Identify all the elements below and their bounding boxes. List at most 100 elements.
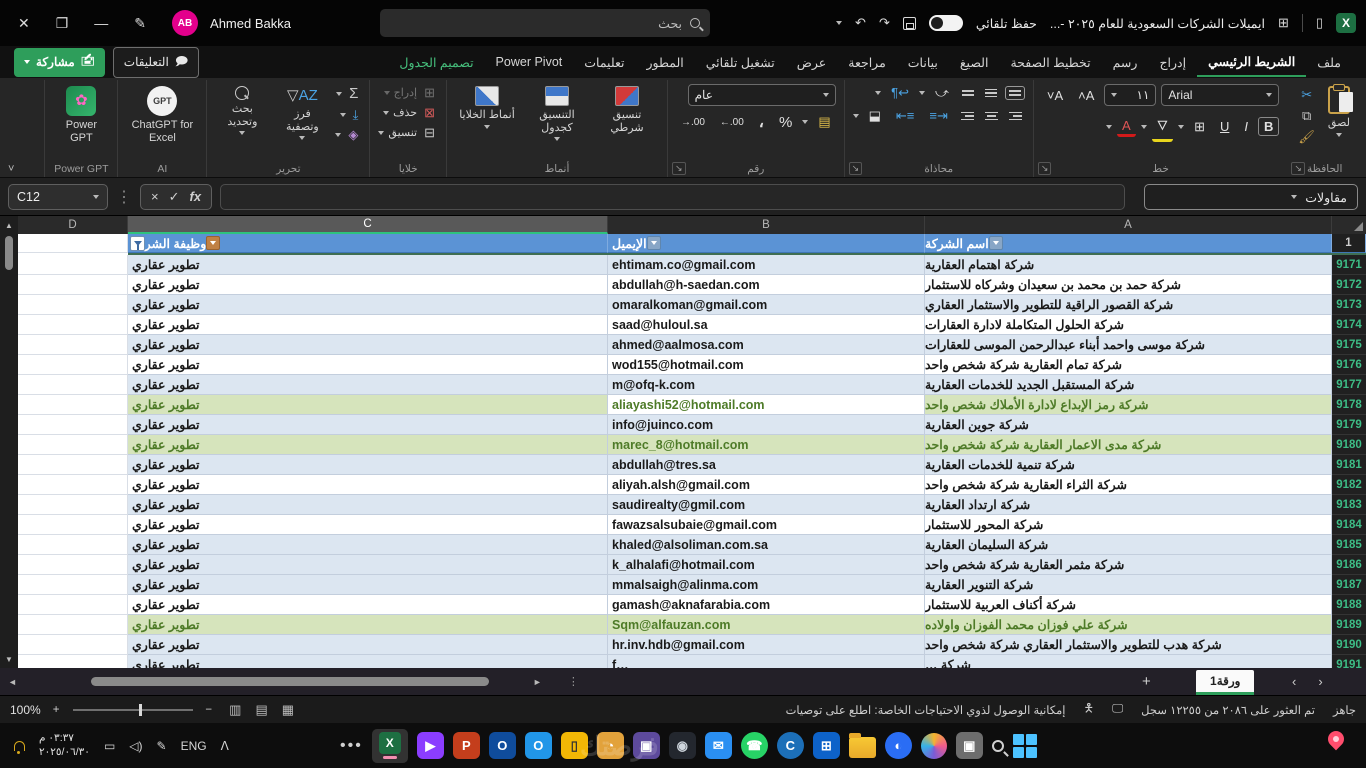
column-header-d[interactable]: D — [18, 216, 128, 234]
row-number[interactable]: 9174 — [1332, 315, 1366, 335]
table-row[interactable]: تطوير عقاري aliayashi52@hotmail.com شركة ر… — [18, 395, 1366, 415]
cell-company-name[interactable]: شركة تنمية للخدمات العقارية — [925, 455, 1332, 475]
chatgpt-for-excel-button[interactable]: GPT ChatGPT for Excel — [126, 84, 198, 146]
font-dialog-launcher[interactable]: ↘ — [1037, 162, 1052, 175]
cell-email[interactable]: k_alhalafi@hotmail.com — [608, 555, 925, 575]
range-dropdown[interactable]: مقاولات — [1144, 184, 1358, 210]
restore-icon[interactable]: ❐ — [56, 15, 69, 32]
ribbon-tab-12[interactable]: Power Pivot — [485, 49, 574, 75]
ribbon-tab-13[interactable]: تصميم الجدول — [388, 49, 484, 76]
table-row[interactable]: تطوير عقاري ehtimam.co@gmail.com شركة اهتم… — [18, 255, 1366, 275]
cell-email[interactable]: Sqm@alfauzan.com — [608, 615, 925, 635]
align-right-button[interactable] — [1006, 109, 1025, 124]
row-number[interactable]: 9189 — [1332, 615, 1366, 635]
ribbon-tab-6[interactable]: بيانات — [897, 49, 949, 76]
ribbon-tab-0[interactable]: ملف — [1306, 49, 1352, 76]
cell-job[interactable]: تطوير عقاري — [128, 335, 608, 355]
cell-empty-d[interactable] — [18, 475, 128, 495]
cell-empty-d[interactable] — [18, 315, 128, 335]
ribbon-tab-4[interactable]: تخطيط الصفحة — [999, 49, 1101, 76]
cell-job[interactable]: تطوير عقاري — [128, 395, 608, 415]
vertical-scroll-thumb[interactable] — [5, 236, 13, 270]
save-button[interactable] — [902, 16, 916, 30]
page-break-view-icon[interactable]: ▥ — [222, 702, 248, 718]
cell-email[interactable]: gamash@aknafarabia.com — [608, 595, 925, 615]
table-row[interactable]: تطوير عقاري m@ofq-k.com شركة المستقبل الجد… — [18, 375, 1366, 395]
font-size-select[interactable]: ١١ — [1104, 84, 1157, 106]
cell-empty-d[interactable] — [18, 455, 128, 475]
cell-email[interactable]: m@ofq-k.com — [608, 375, 925, 395]
percent-style-button[interactable]: % — [774, 113, 797, 132]
cell-job[interactable]: تطوير عقاري — [128, 315, 608, 335]
cell-company-name[interactable]: شركة اهتمام العقارية — [925, 255, 1332, 275]
clock-app-icon[interactable]: ◔ — [596, 732, 624, 759]
tray-expand-icon[interactable]: ᐱ — [221, 739, 229, 753]
format-painter-icon[interactable]: 🖌 — [1295, 128, 1318, 145]
cell-job[interactable]: تطوير عقاري — [128, 555, 608, 575]
number-dialog-launcher[interactable]: ↘ — [671, 162, 686, 175]
clear-button[interactable]: ◈ — [335, 126, 361, 143]
row-number[interactable]: 9173 — [1332, 295, 1366, 315]
cell-job[interactable]: تطوير عقاري — [128, 295, 608, 315]
filter-active-icon[interactable] — [130, 235, 145, 251]
column-header-b[interactable]: B — [608, 216, 925, 234]
cell-company-name[interactable]: شركة مثمر العقارية شركة شخص واحد — [925, 555, 1332, 575]
row-number[interactable]: 9180 — [1332, 435, 1366, 455]
delete-cells-button[interactable]: ⊠ حذف — [378, 104, 438, 121]
row-number[interactable]: 9172 — [1332, 275, 1366, 295]
cell-email[interactable]: marec_8@hotmail.com — [608, 435, 925, 455]
underline-button[interactable]: U — [1215, 118, 1234, 135]
cell-email[interactable]: wod155@hotmail.com — [608, 355, 925, 375]
insert-cells-button[interactable]: ⊞ إدراج — [378, 84, 438, 101]
row-number[interactable]: 1 — [1332, 234, 1366, 253]
search-input[interactable]: بحث — [380, 9, 710, 37]
cell-empty-d[interactable] — [18, 555, 128, 575]
table-row[interactable]: تطوير عقاري aliyah.alsh@gmail.com شركة الث… — [18, 475, 1366, 495]
scroll-up-icon[interactable]: ▲ — [5, 216, 13, 234]
cell-email[interactable]: saudirealty@gmil.com — [608, 495, 925, 515]
cell-email[interactable]: abdullah@h-saedan.com — [608, 275, 925, 295]
cell-email[interactable]: aliayashi52@hotmail.com — [608, 395, 925, 415]
align-left-button[interactable] — [958, 109, 977, 124]
cell-company-name[interactable]: شركة موسى واحمد أبناء عبدالرحمن الموسى ل… — [925, 335, 1332, 355]
table-row[interactable]: تطوير عقاري abdullah@tres.sa شركة تنمية لل… — [18, 455, 1366, 475]
cell-email[interactable]: mmalsaigh@alinma.com — [608, 575, 925, 595]
cell-company-name[interactable]: شركة … — [925, 655, 1332, 668]
horizontal-scrollbar[interactable] — [25, 676, 525, 687]
github-desktop-icon[interactable]: ◉ — [668, 732, 696, 759]
phone-link-icon[interactable]: ▯ — [560, 732, 588, 759]
cell-job[interactable]: تطوير عقاري — [128, 595, 608, 615]
close-icon[interactable]: ✕ — [18, 15, 30, 32]
pin-icon[interactable] — [1324, 727, 1348, 751]
zoom-slider[interactable] — [73, 703, 194, 716]
document-title[interactable]: ايميلات الشركات السعودية للعام ٢٠٢٥ -... — [1050, 16, 1265, 31]
vpn-app-icon[interactable]: ▣ — [632, 732, 660, 759]
table-row[interactable]: تطوير عقاري wod155@hotmail.com شركة تمام ا… — [18, 355, 1366, 375]
font-name-select[interactable]: Arial — [1161, 84, 1280, 106]
insert-function-icon[interactable]: fx — [190, 189, 202, 204]
row-number[interactable]: 9185 — [1332, 535, 1366, 555]
fill-button[interactable]: ⤓ — [335, 106, 361, 123]
formula-input[interactable] — [220, 183, 1126, 210]
row-number[interactable]: 9176 — [1332, 355, 1366, 375]
display-settings-icon[interactable]: 🖵 — [1112, 703, 1123, 716]
align-middle-button[interactable] — [1004, 86, 1025, 100]
table-row[interactable]: تطوير عقاري k_alhalafi@hotmail.com شركة مث… — [18, 555, 1366, 575]
cell-job[interactable]: تطوير عقاري — [128, 475, 608, 495]
accessibility-status[interactable]: إمكانية الوصول لذوي الاحتياجات الخاصة: ا… — [786, 703, 1066, 717]
accounting-format-button[interactable]: ▤ — [813, 113, 835, 131]
scroll-down-icon[interactable]: ▼ — [5, 650, 13, 668]
number-format-select[interactable]: عام — [687, 84, 836, 106]
cell-company-name[interactable]: شركة المستقبل الجديد للخدمات العقارية — [925, 375, 1332, 395]
cell-email[interactable]: khaled@alsoliman.com.sa — [608, 535, 925, 555]
row-number[interactable]: 9179 — [1332, 415, 1366, 435]
cell-company-name[interactable]: شركة المحور للاستثمار — [925, 515, 1332, 535]
table-row[interactable]: تطوير عقاري saudirealty@gmil.com شركة ارتد… — [18, 495, 1366, 515]
cell-empty-d[interactable] — [18, 435, 128, 455]
ribbon-tab-8[interactable]: عرض — [786, 49, 837, 76]
row-number[interactable]: 9190 — [1332, 635, 1366, 655]
zoom-slider-knob[interactable] — [139, 703, 143, 716]
cell-email[interactable]: omaralkoman@gmail.com — [608, 295, 925, 315]
clock[interactable]: ٠٣:٣٧ م ٢٠٢٥/٠٦/٣٠ — [39, 732, 90, 758]
cell-email[interactable]: fawazsalsubaie@gmail.com — [608, 515, 925, 535]
